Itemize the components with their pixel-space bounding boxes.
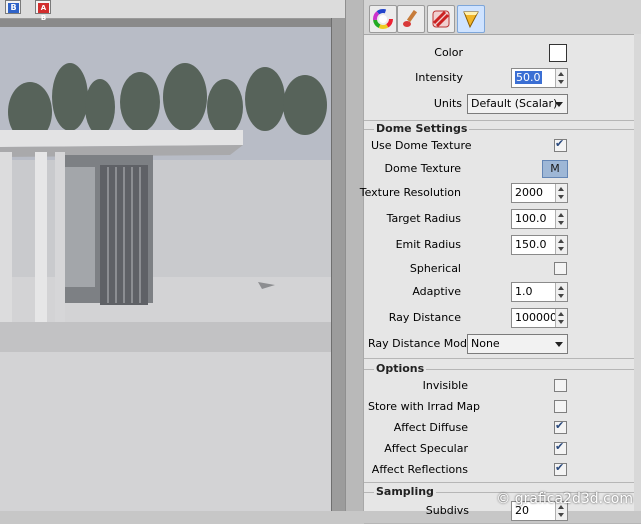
adaptive-row: Adaptive 1.0 <box>364 281 641 303</box>
target-radius-spinner[interactable]: 100.0 <box>511 209 568 229</box>
render-viewport: B A B <box>0 0 345 511</box>
ray-distance-spinner[interactable]: 100000 <box>511 308 568 328</box>
units-row: Units Default (Scalar) <box>364 93 641 115</box>
architecture-render <box>0 27 331 511</box>
color-swatch[interactable] <box>549 44 567 62</box>
spinner-arrows[interactable] <box>555 184 567 202</box>
emit-radius-row: Emit Radius 150.0 <box>364 234 641 256</box>
intensity-spinner[interactable]: 50.0 <box>511 68 568 88</box>
display-ab-button[interactable]: A B <box>32 0 51 22</box>
render-image <box>0 27 331 511</box>
use-dome-texture-checkbox[interactable] <box>554 137 567 152</box>
panel-splitter[interactable] <box>345 0 364 511</box>
dome-texture-row: Dome Texture M <box>364 158 641 180</box>
chevron-down-icon <box>555 342 563 347</box>
store-irrad-checkbox[interactable] <box>554 400 567 413</box>
brush-icon <box>403 9 418 27</box>
affect-diffuse-checkbox[interactable] <box>554 419 567 434</box>
affect-specular-row: Affect Specular <box>364 438 641 460</box>
target-radius-row: Target Radius 100.0 <box>364 208 641 230</box>
invisible-checkbox[interactable] <box>554 379 567 392</box>
chevron-down-icon <box>555 102 563 107</box>
light-properties-panel: Color Intensity 50.0 Units Default (Scal… <box>360 0 641 524</box>
texture-resolution-spinner[interactable]: 2000 <box>511 183 568 203</box>
viewport-toolbar: B A B <box>0 0 345 22</box>
emit-radius-spinner[interactable]: 150.0 <box>511 235 568 255</box>
tab-brush[interactable] <box>397 5 425 33</box>
color-row: Color <box>364 42 641 64</box>
cone-light-icon <box>463 11 479 29</box>
spinner-arrows[interactable] <box>555 236 567 254</box>
ray-distance-mode-row: Ray Distance Mode None <box>364 333 641 355</box>
spherical-checkbox[interactable] <box>554 262 567 275</box>
invisible-row: Invisible <box>364 375 641 397</box>
adaptive-spinner[interactable]: 1.0 <box>511 282 568 302</box>
intensity-row: Intensity 50.0 <box>364 67 641 89</box>
sampling-title: Sampling <box>374 485 436 498</box>
affect-specular-checkbox[interactable] <box>554 440 567 455</box>
affect-reflections-row: Affect Reflections <box>364 459 641 481</box>
color-wheel-icon <box>373 9 393 29</box>
spinner-arrows[interactable] <box>555 69 567 87</box>
spherical-row: Spherical <box>364 258 641 280</box>
dome-settings-title: Dome Settings <box>374 122 470 135</box>
viewport-frame <box>331 18 345 511</box>
tab-color-wheel[interactable] <box>369 5 397 33</box>
affect-diffuse-row: Affect Diffuse <box>364 417 641 439</box>
watermark: © grafica2d3d.com <box>496 491 633 507</box>
ray-distance-row: Ray Distance 100000 <box>364 307 641 329</box>
display-b-button[interactable]: B <box>2 0 21 16</box>
dome-texture-map-button[interactable]: M <box>542 160 568 178</box>
spinner-arrows[interactable] <box>555 210 567 228</box>
store-irrad-row: Store with Irrad Map <box>364 396 641 418</box>
units-dropdown[interactable]: Default (Scalar) <box>467 94 568 114</box>
tab-light[interactable] <box>457 5 485 33</box>
options-title: Options <box>374 362 427 375</box>
use-dome-texture-row: Use Dome Texture <box>364 135 641 157</box>
spinner-arrows[interactable] <box>555 283 567 301</box>
spinner-arrows[interactable] <box>555 309 567 327</box>
ray-distance-mode-dropdown[interactable]: None <box>467 334 568 354</box>
affect-reflections-checkbox[interactable] <box>554 461 567 476</box>
panel-tabs <box>364 0 641 35</box>
ribbon-icon <box>432 10 450 28</box>
texture-resolution-row: Texture Resolution 2000 <box>360 182 641 204</box>
tab-ribbon[interactable] <box>427 5 455 33</box>
panel-scrollbar[interactable] <box>634 34 641 511</box>
